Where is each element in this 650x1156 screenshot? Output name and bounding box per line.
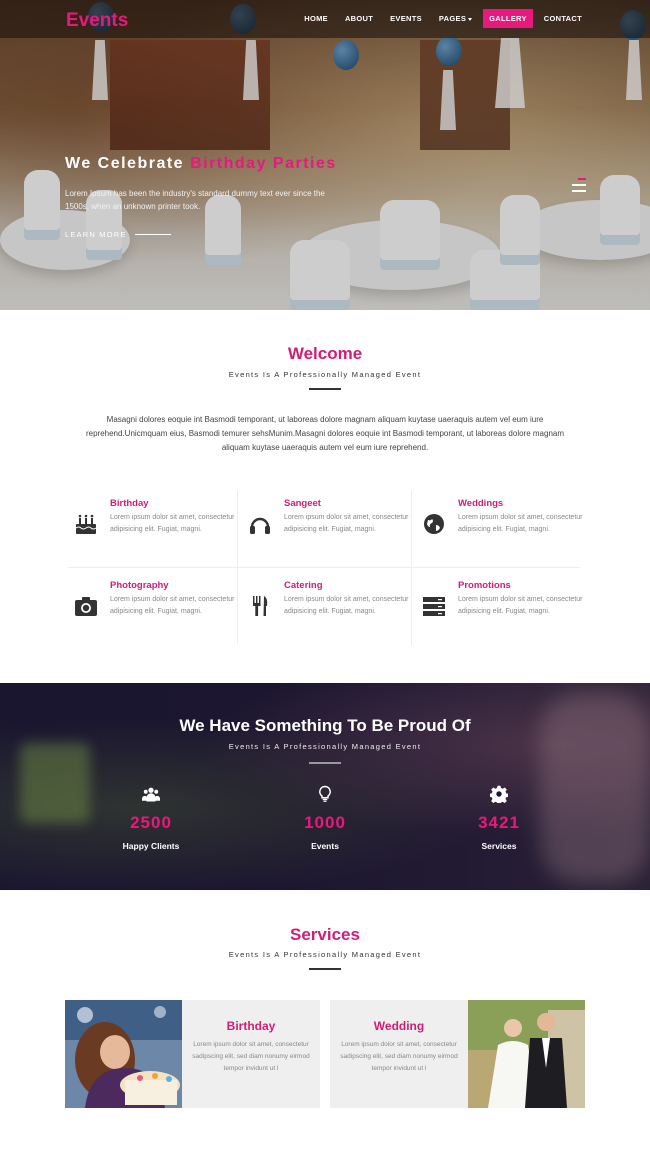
stats-title: We Have Something To Be Proud Of xyxy=(179,716,471,735)
hero-title-plain: We Celebrate xyxy=(65,155,185,172)
stats-bg-blur xyxy=(20,743,90,823)
caret-down-icon xyxy=(468,17,473,21)
stats-divider xyxy=(309,762,341,764)
feature-text: Lorem ipsum dolor sit amet, consectetur … xyxy=(284,596,409,615)
stat-events: 1000 Events xyxy=(265,785,385,851)
services-subtitle: Events Is A Professionally Managed Event xyxy=(228,950,422,959)
stat-services: 3421 Services xyxy=(439,785,559,851)
feature-text: Lorem ipsum dolor sit amet, consectetur … xyxy=(110,514,235,533)
learn-more-label: LEARN MORE xyxy=(65,230,127,239)
feature-birthday: Birthday Lorem ipsum dolor sit amet, con… xyxy=(68,498,238,570)
stat-label: Events xyxy=(311,841,339,851)
nav-home[interactable]: HOME xyxy=(298,9,334,28)
lightbulb-icon xyxy=(319,785,331,802)
nav-gallery[interactable]: GALLERY xyxy=(483,9,533,28)
welcome-subtitle: Events Is A Professionally Managed Event xyxy=(228,370,422,379)
feature-catering: Catering Lorem ipsum dolor sit amet, con… xyxy=(242,580,412,652)
feature-text: Lorem ipsum dolor sit amet, consectetur … xyxy=(284,514,409,533)
hero-title: We Celebrate Birthday Parties xyxy=(65,155,337,173)
slide-dot[interactable] xyxy=(572,184,586,186)
camera-icon xyxy=(75,597,97,616)
feature-text: Lorem ipsum dolor sit amet, consectetur … xyxy=(110,596,235,615)
nav-events[interactable]: EVENTS xyxy=(384,9,428,28)
service-text: Lorem ipsum dolor sit amet, consectetur … xyxy=(192,1041,310,1072)
slide-dot-active[interactable] xyxy=(578,178,586,180)
birthday-photo-icon xyxy=(65,1000,182,1108)
globe-icon xyxy=(424,514,444,534)
services-divider xyxy=(309,968,341,970)
wedding-photo-icon xyxy=(468,1000,585,1108)
service-title: Birthday xyxy=(226,1019,276,1033)
feature-sangeet: Sangeet Lorem ipsum dolor sit amet, cons… xyxy=(242,498,412,570)
service-text: Lorem ipsum dolor sit amet, consectetur … xyxy=(340,1041,458,1072)
feature-title: Photography xyxy=(110,580,169,591)
headphones-icon xyxy=(250,517,270,534)
feature-promotions: Promotions Lorem ipsum dolor sit amet, c… xyxy=(416,580,586,652)
services-title: Services xyxy=(290,925,360,944)
welcome-text: Masagni dolores eoquie int Basmodi tempo… xyxy=(85,415,565,452)
nav-pages-label: PAGES xyxy=(438,14,467,23)
stat-label: Happy Clients xyxy=(122,841,180,851)
stat-label: Services xyxy=(481,841,517,851)
nav-about[interactable]: ABOUT xyxy=(339,9,379,28)
feature-title: Birthday xyxy=(110,498,149,509)
stats-subtitle: Events Is A Professionally Managed Event xyxy=(228,742,422,751)
feature-weddings: Weddings Lorem ipsum dolor sit amet, con… xyxy=(416,498,586,570)
welcome-divider xyxy=(309,388,341,390)
service-image-wedding xyxy=(468,1000,585,1108)
hero-text: Lorem Ipsum has been the industry's stan… xyxy=(65,189,325,211)
feature-title: Catering xyxy=(284,580,323,591)
feature-title: Sangeet xyxy=(284,498,321,509)
users-icon xyxy=(142,787,160,802)
navbar: Events HOME ABOUT EVENTS PAGES GALLERY C… xyxy=(0,0,650,38)
server-icon xyxy=(423,597,445,616)
brand-logo[interactable]: Events xyxy=(66,10,128,32)
feature-text: Lorem ipsum dolor sit amet, consectetur … xyxy=(458,596,583,615)
stat-number: 2500 xyxy=(130,813,172,832)
main-nav: HOME ABOUT EVENTS PAGES GALLERY CONTACT xyxy=(293,9,588,28)
cutlery-icon xyxy=(253,596,268,616)
nav-pages[interactable]: PAGES xyxy=(433,9,478,28)
feature-title: Promotions xyxy=(458,580,511,591)
feature-title: Weddings xyxy=(458,498,504,509)
feature-photography: Photography Lorem ipsum dolor sit amet, … xyxy=(68,580,238,652)
slider-indicator[interactable] xyxy=(572,178,586,196)
stat-number: 1000 xyxy=(304,813,346,832)
stat-happy-clients: 2500 Happy Clients xyxy=(91,785,211,851)
welcome-title: Welcome xyxy=(287,344,363,363)
feature-text: Lorem ipsum dolor sit amet, consectetur … xyxy=(458,514,583,533)
line-icon xyxy=(134,233,171,236)
hero-title-highlight: Birthday Parties xyxy=(190,155,337,172)
gear-icon xyxy=(490,785,508,803)
cake-icon xyxy=(75,514,97,534)
service-image-birthday xyxy=(65,1000,182,1108)
learn-more-link[interactable]: LEARN MORE xyxy=(65,230,171,239)
nav-contact[interactable]: CONTACT xyxy=(538,9,588,28)
service-title: Wedding xyxy=(373,1019,425,1033)
slide-dot[interactable] xyxy=(572,190,586,192)
stat-number: 3421 xyxy=(478,813,520,832)
